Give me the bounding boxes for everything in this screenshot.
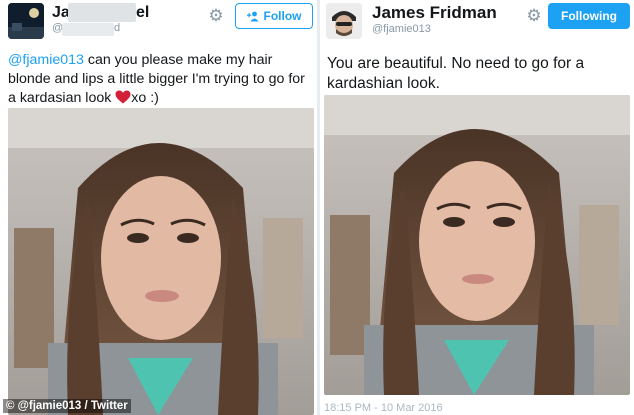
following-label: Following	[561, 9, 617, 23]
tweet-text: @fjamie013 can you please make my hair b…	[8, 51, 314, 108]
gear-icon[interactable]: ⚙	[525, 6, 543, 24]
handle[interactable]: @fjamie013	[372, 23, 431, 35]
follow-label: Follow	[263, 9, 302, 23]
reply-tweet-panel: James Fridman @fjamie013 ⚙ Following You…	[320, 0, 634, 415]
display-name-end[interactable]: el	[136, 4, 149, 22]
avatar-image	[8, 3, 44, 39]
handle-end[interactable]: d	[114, 22, 120, 34]
following-button[interactable]: Following	[548, 3, 630, 29]
avatar[interactable]	[326, 3, 362, 39]
tweet-timestamp[interactable]: 18:15 PM - 10 Mar 2016	[324, 402, 443, 414]
tweet-photo[interactable]	[324, 95, 630, 395]
tweet-text: You are beautiful. No need to go for a k…	[327, 55, 585, 92]
selfie-photo	[324, 95, 630, 395]
redacted-handle-blur	[62, 23, 114, 36]
heart-icon	[115, 90, 131, 104]
photo-credit: © @fjamie013 / Twitter	[3, 399, 131, 413]
mention-link[interactable]: @fjamie013	[8, 52, 84, 68]
selfie-photo	[8, 108, 314, 415]
avatar[interactable]	[8, 3, 44, 39]
tweet-signoff: xo :)	[131, 90, 159, 106]
display-name[interactable]: James Fridman	[372, 3, 497, 23]
person-plus-icon	[246, 11, 258, 21]
follow-button[interactable]: Follow	[235, 3, 313, 29]
original-tweet-panel: Ja el @j d ⚙ Follow @fjamie013 can you p…	[0, 0, 317, 415]
redacted-name-blur	[68, 3, 136, 22]
tweet-photo[interactable]	[8, 108, 314, 415]
gear-icon[interactable]: ⚙	[207, 6, 225, 24]
avatar-image	[326, 3, 362, 39]
